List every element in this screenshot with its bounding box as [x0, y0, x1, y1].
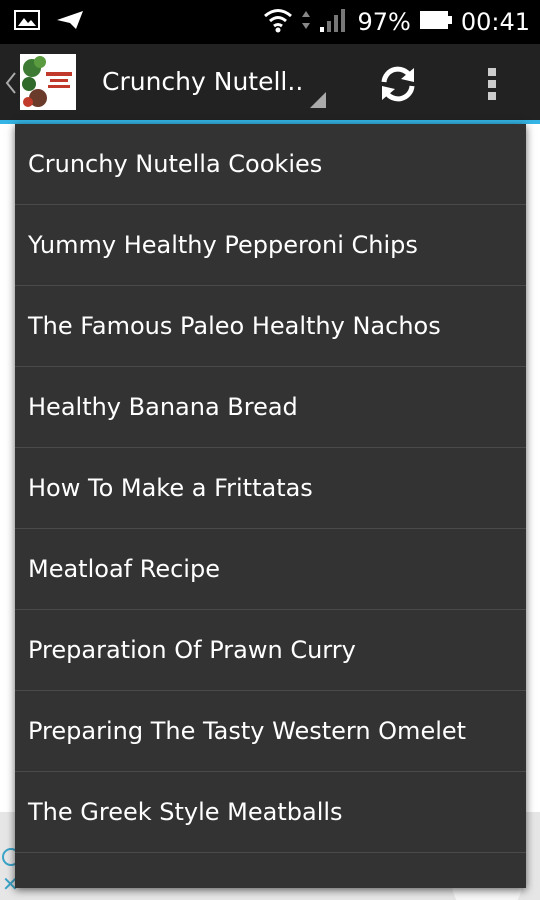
wifi-icon: [263, 7, 293, 37]
dropdown-item[interactable]: Preparing The Tasty Western Omelet: [15, 691, 526, 772]
status-right-icons: 97% 00:41: [263, 6, 530, 38]
up-chevron-icon[interactable]: [4, 70, 18, 96]
dropdown-item[interactable]: The Famous Paleo Healthy Nachos: [15, 286, 526, 367]
status-bar: 97% 00:41: [0, 0, 540, 44]
screen: 97% 00:41 Crunchy Nutell.. ✕ Crunchy Nut…: [0, 0, 540, 900]
dropdown-item[interactable]: Meatloaf Recipe: [15, 529, 526, 610]
dropdown-item[interactable]: Preparation Of Prawn Curry: [15, 610, 526, 691]
dropdown-item-label: Yummy Healthy Pepperoni Chips: [28, 231, 418, 259]
data-arrows-icon: [301, 9, 311, 35]
dropdown-item-label: Healthy Banana Bread: [28, 393, 298, 421]
dropdown-item[interactable]: Crunchy Nutella Cookies: [15, 124, 526, 205]
image-icon: [14, 9, 40, 35]
refresh-icon[interactable]: [374, 60, 422, 108]
dropdown-item-label: Preparing The Tasty Western Omelet: [28, 717, 467, 745]
dropdown-item[interactable]: How To Make a Frittatas: [15, 448, 526, 529]
battery-icon: [419, 9, 453, 35]
battery-percent: 97%: [357, 8, 411, 36]
dropdown-item-label: Meatloaf Recipe: [28, 555, 220, 583]
signal-icon: [319, 7, 349, 37]
clock: 00:41: [460, 8, 530, 36]
send-icon: [56, 9, 84, 35]
dropdown-triangle-icon: [310, 92, 326, 108]
dropdown-item[interactable]: Healthy Banana Bread: [15, 367, 526, 448]
app-icon[interactable]: [20, 54, 76, 110]
dropdown-item-label: The Greek Style Meatballs: [28, 798, 343, 826]
dropdown-item[interactable]: Yummy Healthy Pepperoni Chips: [15, 205, 526, 286]
dropdown-item-label: Preparation Of Prawn Curry: [28, 636, 356, 664]
dropdown-item-label: Crunchy Nutella Cookies: [28, 150, 323, 178]
dropdown-item[interactable]: The Greek Style Meatballs: [15, 772, 526, 853]
status-left-icons: [14, 8, 84, 36]
dropdown-item-label: How To Make a Frittatas: [28, 474, 313, 502]
action-bar: Crunchy Nutell..: [0, 44, 540, 120]
page-title[interactable]: Crunchy Nutell..: [102, 64, 303, 100]
overflow-menu-icon[interactable]: [476, 60, 508, 108]
dropdown-item-label: The Famous Paleo Healthy Nachos: [28, 312, 441, 340]
recipe-dropdown: Crunchy Nutella Cookies Yummy Healthy Pe…: [15, 124, 526, 888]
